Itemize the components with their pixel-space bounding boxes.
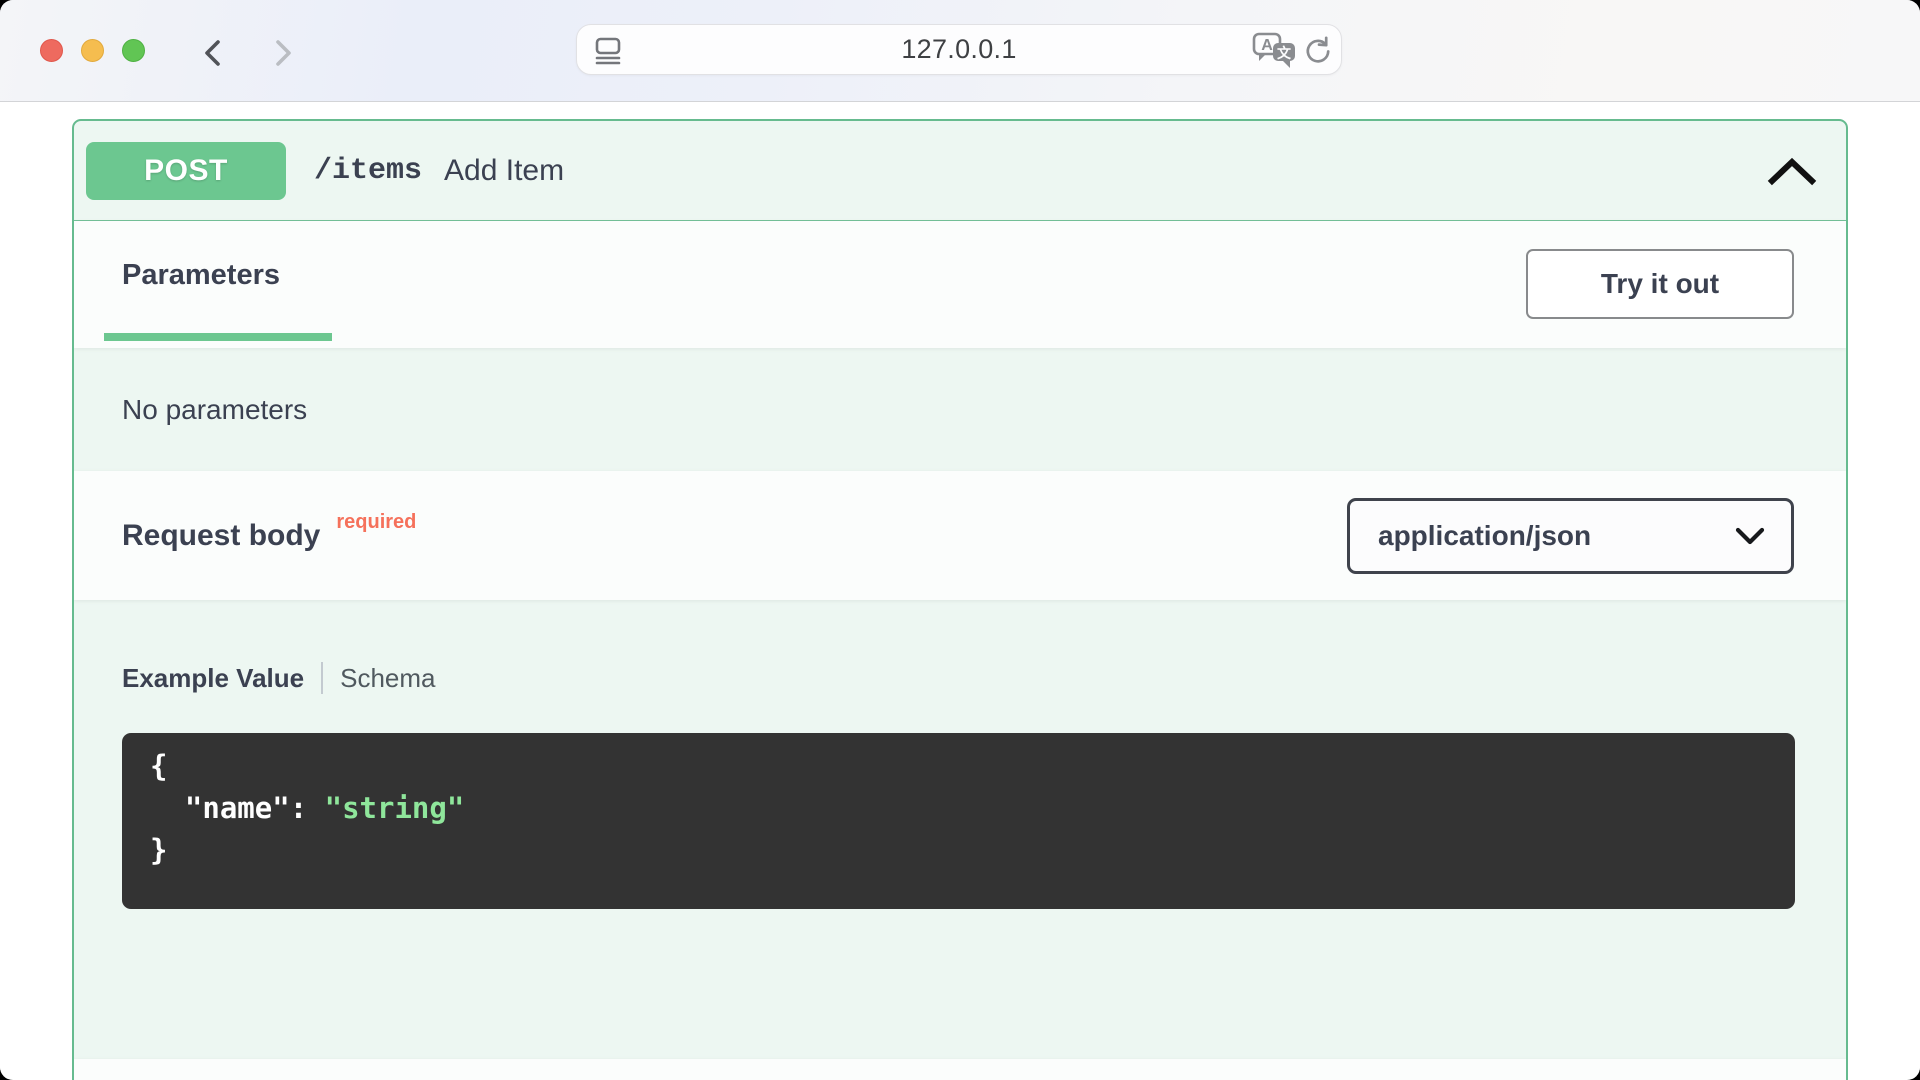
tab-parameters[interactable]: Parameters — [122, 259, 280, 292]
forward-button[interactable] — [266, 36, 300, 70]
code-value: "string" — [325, 791, 465, 825]
reload-icon — [1303, 36, 1333, 66]
endpoint-summary: Add Item — [444, 154, 564, 188]
address-bar[interactable]: 127.0.0.1 A 文 — [576, 24, 1342, 75]
no-parameters-text: No parameters — [122, 394, 307, 426]
forward-icon — [268, 37, 298, 69]
translate-button[interactable]: A 文 — [1252, 30, 1296, 72]
svg-text:文: 文 — [1277, 45, 1292, 62]
browser-toolbar: 127.0.0.1 A 文 — [0, 0, 1920, 102]
collapse-button[interactable] — [1766, 151, 1818, 191]
svg-text:A: A — [1261, 37, 1273, 54]
try-it-out-button[interactable]: Try it out — [1526, 249, 1794, 319]
endpoint-path: /items — [314, 154, 422, 188]
code-key: "name" — [185, 791, 290, 825]
parameters-section-header: Parameters Try it out — [74, 221, 1846, 348]
chevron-down-icon — [1735, 527, 1765, 545]
request-body-title: Request body — [122, 519, 320, 553]
code-indent — [150, 791, 185, 825]
code-colon: : — [290, 791, 325, 825]
browser-window: 127.0.0.1 A 文 — [0, 0, 1920, 1080]
chevron-up-icon — [1767, 156, 1817, 186]
translate-icon: A 文 — [1252, 30, 1296, 72]
method-badge: POST — [86, 142, 286, 200]
reload-button[interactable] — [1303, 36, 1333, 66]
back-button[interactable] — [196, 36, 230, 70]
example-code-block: { "name": "string" } — [122, 733, 1795, 909]
tab-divider — [321, 662, 323, 694]
tab-schema[interactable]: Schema — [340, 663, 435, 694]
minimize-button[interactable] — [81, 39, 104, 62]
responses-section-header — [74, 1059, 1846, 1080]
window-controls — [40, 39, 145, 62]
request-body-section-header: Request body required application/json — [74, 471, 1846, 600]
opblock-summary[interactable]: POST /items Add Item — [74, 121, 1846, 221]
tab-example-value[interactable]: Example Value — [122, 663, 304, 694]
content-type-value: application/json — [1378, 520, 1591, 552]
page-content: POST /items Add Item Parameters Try it o… — [0, 102, 1920, 1079]
code-close-brace: } — [150, 833, 167, 867]
active-tab-underline — [104, 333, 332, 341]
code-open-brace: { — [150, 749, 167, 783]
content-type-select[interactable]: application/json — [1347, 498, 1794, 574]
url-text: 127.0.0.1 — [577, 25, 1341, 74]
back-icon — [198, 37, 228, 69]
required-badge: required — [336, 511, 416, 534]
zoom-button[interactable] — [122, 39, 145, 62]
close-button[interactable] — [40, 39, 63, 62]
no-parameters-row: No parameters — [74, 348, 1846, 471]
opblock-post-items: POST /items Add Item Parameters Try it o… — [72, 119, 1848, 1080]
request-body-title-group: Request body required — [122, 519, 416, 553]
request-body-example-section: Example Value Schema { "name": "string" … — [74, 600, 1846, 1059]
model-example-tabs: Example Value Schema — [122, 662, 436, 694]
